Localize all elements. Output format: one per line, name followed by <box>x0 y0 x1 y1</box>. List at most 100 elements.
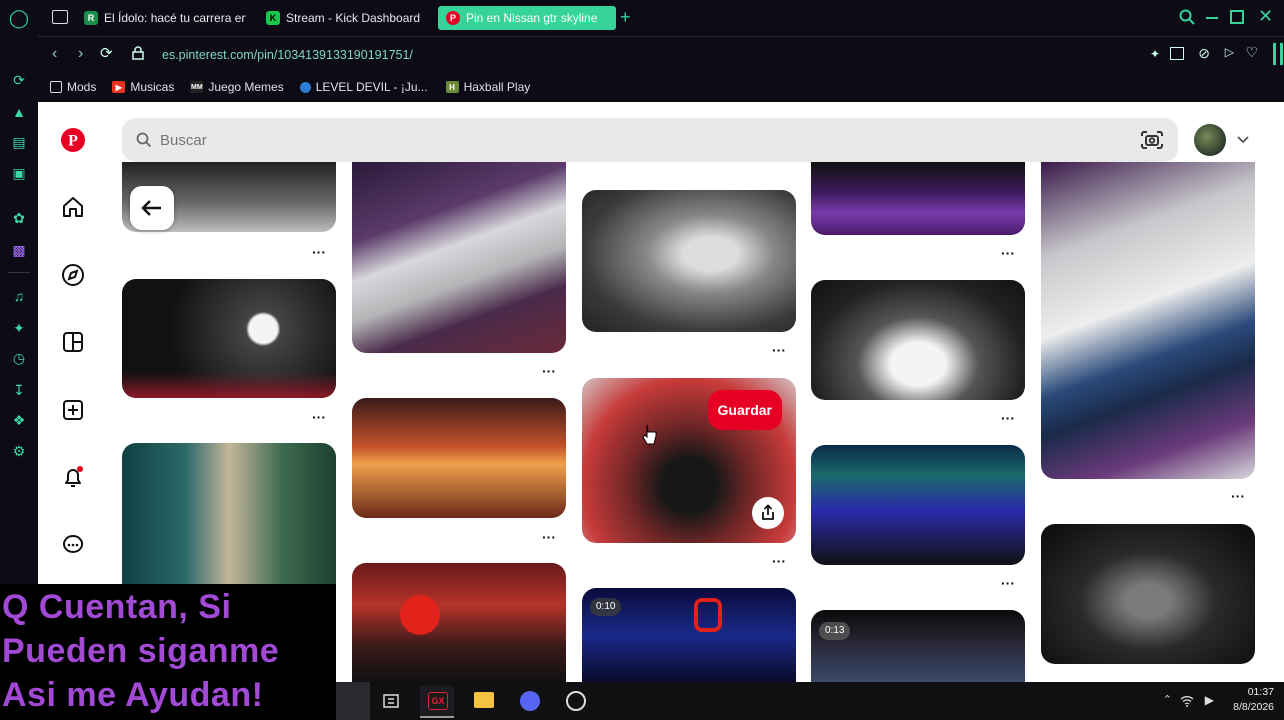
pin-street-shop[interactable] <box>122 443 336 588</box>
discord-icon[interactable] <box>520 691 540 711</box>
overlay-line-2: Pueden siganme <box>2 632 280 670</box>
reload-icon[interactable]: ⟳ <box>100 44 113 62</box>
pin-gtr-exhaust-flowers[interactable] <box>1041 162 1255 479</box>
settings-icon[interactable]: ⚙ <box>9 441 29 461</box>
pin-nissan-skyline-poster[interactable] <box>811 280 1025 400</box>
extensions-icon[interactable]: ❖ <box>9 410 29 430</box>
boards-icon[interactable] <box>60 329 86 355</box>
more-options-icon[interactable]: ··· <box>1229 489 1247 503</box>
more-options-icon[interactable]: ··· <box>999 576 1017 590</box>
search-bar[interactable]: Buscar <box>122 118 1178 162</box>
notifications-icon[interactable] <box>60 464 86 490</box>
search-input[interactable]: Buscar <box>160 132 207 149</box>
twitch-icon[interactable]: ▩ <box>9 240 29 260</box>
gx-corner-icon[interactable]: ▤ <box>9 132 29 152</box>
time-text: 01:37 <box>1247 686 1274 698</box>
save-pin-button[interactable]: Guardar <box>707 390 782 430</box>
start-button[interactable] <box>336 682 370 720</box>
more-options-icon[interactable]: ··· <box>999 411 1017 425</box>
more-options-icon[interactable]: ··· <box>770 343 788 357</box>
pin-blue-gtr-tunnel[interactable] <box>811 445 1025 565</box>
bookmark-musicas[interactable]: ▶ Musicas <box>112 80 174 94</box>
volume-icon[interactable]: ▶ <box>1205 693 1214 707</box>
more-options-icon[interactable]: ··· <box>999 246 1017 260</box>
opera-gx-logo-icon[interactable]: ◯ <box>9 8 29 28</box>
tab-pinterest-active[interactable]: P Pin en Nissan gtr skyline <box>438 6 616 30</box>
steam-icon[interactable] <box>566 691 586 711</box>
pin-video-neon[interactable]: 0:10 <box>582 588 796 682</box>
messenger-icon[interactable]: ▣ <box>9 163 29 183</box>
tab-kick-dashboard[interactable]: K Stream - Kick Dashboard <box>266 6 436 30</box>
back-button[interactable] <box>130 186 174 230</box>
back-icon[interactable]: ‹ <box>52 45 57 63</box>
maximize-button[interactable] <box>1230 10 1244 24</box>
clock[interactable]: 01:37 8/8/2026 <box>1218 685 1274 715</box>
home-icon[interactable] <box>60 194 86 220</box>
more-options-icon[interactable]: ··· <box>540 364 558 378</box>
pin-video-night-car[interactable]: 0:13 <box>811 610 1025 682</box>
avatar[interactable] <box>1194 124 1226 156</box>
pin-moon-tree[interactable] <box>122 279 336 398</box>
snapshot-icon[interactable] <box>1170 47 1184 60</box>
date-text: 8/8/2026 <box>1233 701 1274 713</box>
messages-icon[interactable] <box>60 532 86 558</box>
bookmark-level-devil[interactable]: LEVEL DEVIL - ¡Ju... <box>299 80 428 94</box>
pin-bmw-dragon[interactable] <box>582 190 796 332</box>
send-icon[interactable]: ▷ <box>1225 45 1234 59</box>
opera-gx-taskbar-button[interactable]: GX <box>420 686 454 718</box>
sidebar-divider <box>8 272 30 273</box>
address-bar-row: ‹ › ⟳ es.pinterest.com/pin/1034139133190… <box>38 36 1284 73</box>
green-r-icon: R <box>84 11 98 25</box>
search-icon <box>136 132 152 148</box>
minimize-button[interactable] <box>1206 17 1218 19</box>
tab-island-icon[interactable] <box>52 10 68 24</box>
downloads-icon[interactable]: ↧ <box>9 380 29 400</box>
pin-hovered-car[interactable]: Guardar <box>582 378 796 543</box>
search-tabs-icon[interactable] <box>1178 8 1196 26</box>
svg-text:P: P <box>68 133 78 150</box>
sidebar-toggle-icon[interactable] <box>1273 43 1276 65</box>
music-player-icon[interactable]: ♫ <box>9 286 29 306</box>
bookmark-juego-memes[interactable]: MM Juego Memes <box>190 80 284 94</box>
more-options-icon[interactable]: ··· <box>310 245 328 259</box>
account-chevron-down-icon[interactable] <box>1236 132 1250 146</box>
wifi-icon[interactable] <box>1180 694 1194 707</box>
gx-control-icon[interactable]: ▲ <box>9 102 29 122</box>
create-icon[interactable] <box>60 397 86 423</box>
pin-purple-flowers-car[interactable] <box>811 162 1025 235</box>
pin-white-gtr-top[interactable] <box>352 162 566 353</box>
pinterest-logo-icon[interactable]: P <box>60 127 86 153</box>
pin-sunset-gtr[interactable] <box>352 398 566 518</box>
speed-dial-icon[interactable]: ⟳ <box>9 70 29 90</box>
bookmarks-bar: Mods ▶ Musicas MM Juego Memes LEVEL DEVI… <box>38 72 1284 102</box>
tray-chevron-up-icon[interactable]: ⌃ <box>1163 693 1172 706</box>
file-explorer-icon[interactable] <box>474 692 494 708</box>
bookmark-haxball[interactable]: H Haxball Play <box>445 80 530 94</box>
lock-icon[interactable] <box>132 46 144 60</box>
explore-icon[interactable] <box>60 262 86 288</box>
video-duration-badge: 0:13 <box>819 622 851 640</box>
new-tab-button[interactable]: + <box>620 6 636 28</box>
close-window-button[interactable]: ✕ <box>1258 6 1274 26</box>
pin-icon[interactable]: ✦ <box>9 318 29 338</box>
task-view-icon[interactable] <box>382 692 400 710</box>
kick-icon: K <box>266 11 280 25</box>
history-icon[interactable]: ◷ <box>9 348 29 368</box>
heart-icon[interactable]: ♡ <box>1245 44 1258 61</box>
share-button[interactable] <box>752 497 784 529</box>
url-field[interactable]: es.pinterest.com/pin/1034139133190191751… <box>162 43 1122 67</box>
more-options-icon[interactable]: ··· <box>540 530 558 544</box>
adblock-icon[interactable]: ⊘ <box>1198 45 1210 62</box>
chatgpt-icon[interactable]: ✿ <box>9 208 29 228</box>
visual-search-camera-icon[interactable] <box>1140 129 1164 151</box>
pin-red-sun-car[interactable] <box>352 563 566 682</box>
pin-dark-skyline-night[interactable] <box>1041 524 1255 664</box>
tab-el-idolo[interactable]: R El Ídolo: hacé tu carrera en <box>84 6 246 30</box>
more-options-icon[interactable]: ··· <box>310 410 328 424</box>
forward-icon[interactable]: › <box>78 45 83 63</box>
opera-gx-icon: GX <box>428 692 448 710</box>
more-options-icon[interactable]: ··· <box>770 554 788 568</box>
pin-page-icon[interactable]: ✦ <box>1150 47 1160 61</box>
stream-overlay-text: Q Cuentan, Si Pueden siganme Asi me Ayud… <box>0 584 336 720</box>
bookmark-mods[interactable]: Mods <box>50 80 96 94</box>
